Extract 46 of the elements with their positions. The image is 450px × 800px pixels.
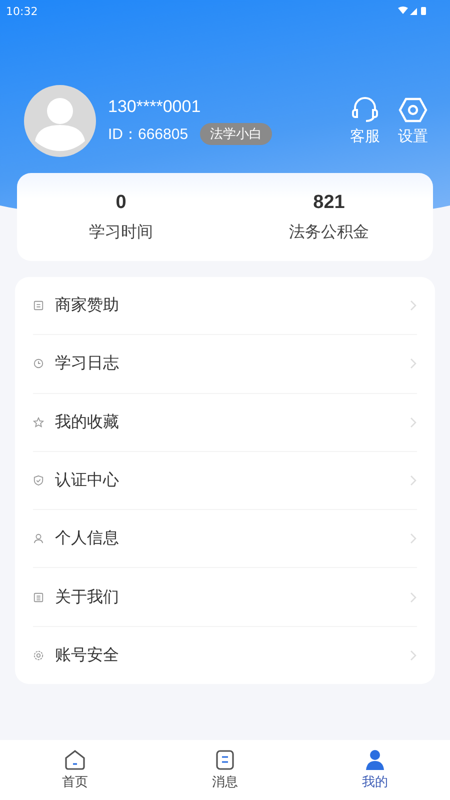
gear-icon bbox=[33, 650, 44, 661]
nav-tab[interactable]: 我的 bbox=[335, 740, 415, 800]
menu-label: 学习日志 bbox=[55, 353, 120, 374]
chevron-right-icon bbox=[410, 300, 417, 312]
menu-item[interactable]: 个人信息 bbox=[33, 510, 417, 568]
menu-item[interactable]: 认证中心 bbox=[33, 452, 417, 510]
stat-value: 0 bbox=[116, 192, 126, 214]
chevron-right-icon bbox=[410, 650, 417, 661]
star-icon bbox=[33, 416, 44, 428]
menu-item[interactable]: 账号安全 bbox=[33, 626, 417, 684]
user-id: ID：666805 bbox=[108, 124, 188, 144]
avatar-icon bbox=[24, 85, 96, 157]
chevron-right-icon bbox=[410, 416, 417, 428]
settings-icon bbox=[398, 96, 428, 122]
shield-icon bbox=[33, 475, 44, 486]
menu-label: 我的收藏 bbox=[55, 412, 120, 433]
person-icon bbox=[364, 749, 386, 771]
menu-label: 个人信息 bbox=[55, 528, 120, 550]
status-time: 10:32 bbox=[6, 4, 38, 18]
nav-tab[interactable]: 消息 bbox=[185, 740, 265, 800]
clock-icon bbox=[33, 358, 44, 370]
menu-label: 商家赞助 bbox=[55, 295, 120, 316]
stat-value: 821 bbox=[313, 192, 345, 214]
stat-label: 法务公积金 bbox=[289, 222, 369, 242]
menu-item[interactable]: 关于我们 bbox=[33, 568, 417, 627]
nav-tab[interactable]: 首页 bbox=[35, 740, 115, 800]
list-icon bbox=[33, 592, 44, 603]
home-icon bbox=[64, 749, 86, 771]
level-badge: 法学小白 bbox=[200, 123, 272, 145]
chevron-right-icon bbox=[410, 358, 417, 370]
phone-number: 130****0001 bbox=[108, 97, 202, 117]
menu-label: 关于我们 bbox=[55, 586, 120, 608]
menu-label: 账号安全 bbox=[55, 644, 120, 666]
menu-item[interactable]: 我的收藏 bbox=[33, 394, 417, 452]
menu-item[interactable]: 商家赞助 bbox=[33, 277, 417, 336]
chevron-right-icon bbox=[410, 475, 417, 486]
doc-icon bbox=[33, 300, 44, 312]
person-icon bbox=[33, 533, 44, 544]
menu-item[interactable]: 学习日志 bbox=[33, 335, 417, 394]
message-icon bbox=[214, 749, 236, 771]
chevron-right-icon bbox=[410, 533, 417, 544]
headset-icon bbox=[350, 96, 380, 122]
stat-label: 学习时间 bbox=[89, 222, 153, 242]
status-icons-icon bbox=[398, 6, 428, 16]
chevron-right-icon bbox=[410, 592, 417, 603]
menu-label: 认证中心 bbox=[55, 470, 120, 492]
